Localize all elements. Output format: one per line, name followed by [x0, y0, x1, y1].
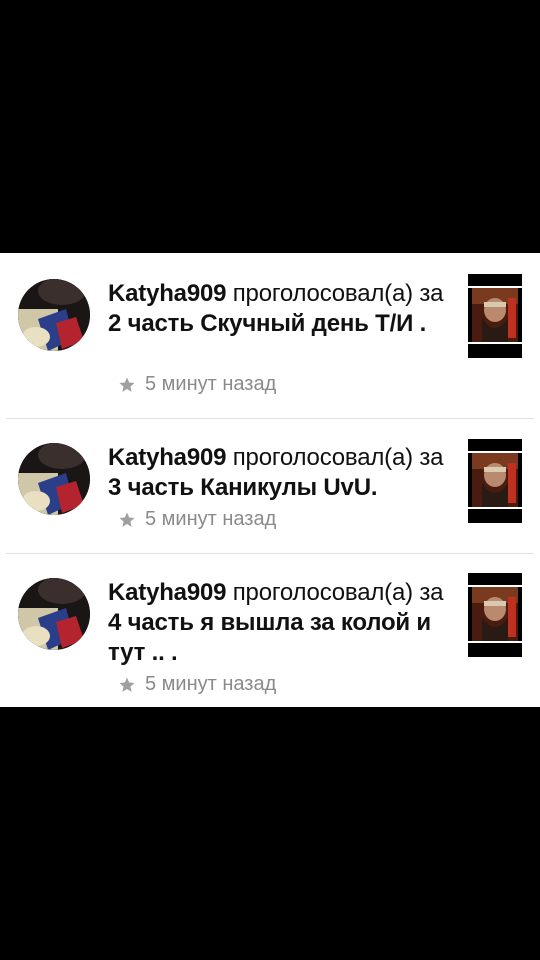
time-label: 5 минут назад	[145, 373, 277, 395]
action-text: проголосовал(а) за	[226, 444, 444, 471]
timestamp: 5 минут назад	[118, 673, 276, 696]
time-label: 5 минут назад	[145, 673, 277, 695]
feed-item-text: Katyha909 проголосовал(а) за 4 часть я в…	[108, 578, 453, 668]
star-icon	[119, 677, 135, 692]
action-text: проголосовал(а) за	[226, 280, 444, 307]
title-tail: .	[164, 639, 178, 666]
avatar[interactable]	[18, 279, 90, 351]
star-icon	[119, 377, 135, 392]
feed-item[interactable]: Katyha909 проголосовал(а) за 4 часть я в…	[0, 554, 540, 707]
timestamp: 5 минут назад	[118, 373, 276, 396]
activity-feed: Katyha909 проголосовал(а) за 2 часть Ску…	[0, 253, 540, 707]
title-tail: .	[413, 310, 427, 337]
time-label: 5 минут назад	[145, 508, 277, 530]
title-tail: .	[370, 474, 378, 501]
avatar[interactable]	[18, 443, 90, 515]
feed-item[interactable]: Katyha909 проголосовал(а) за 2 часть Ску…	[0, 253, 540, 419]
story-title-link[interactable]: Каникулы UvU	[194, 474, 371, 501]
story-part-link[interactable]: 3 часть	[108, 474, 194, 501]
story-cover-thumbnail[interactable]	[468, 274, 522, 358]
letterbox-bottom	[0, 707, 540, 960]
feed-item[interactable]: Katyha909 проголосовал(а) за 3 часть Кан…	[0, 419, 540, 554]
star-icon	[119, 512, 135, 527]
action-text: проголосовал(а) за	[226, 579, 444, 606]
feed-item-text: Katyha909 проголосовал(а) за 2 часть Ску…	[108, 279, 453, 339]
story-title-link[interactable]: Скучный день Т/И	[194, 310, 413, 337]
username-link[interactable]: Katyha909	[108, 444, 226, 471]
username-link[interactable]: Katyha909	[108, 579, 226, 606]
story-cover-thumbnail[interactable]	[468, 439, 522, 523]
story-cover-thumbnail[interactable]	[468, 573, 522, 657]
letterbox-top	[0, 0, 540, 253]
timestamp: 5 минут назад	[118, 508, 276, 531]
feed-item-text: Katyha909 проголосовал(а) за 3 часть Кан…	[108, 443, 453, 503]
username-link[interactable]: Katyha909	[108, 280, 226, 307]
story-part-link[interactable]: 4 часть	[108, 609, 194, 636]
story-part-link[interactable]: 2 часть	[108, 310, 194, 337]
avatar[interactable]	[18, 578, 90, 650]
